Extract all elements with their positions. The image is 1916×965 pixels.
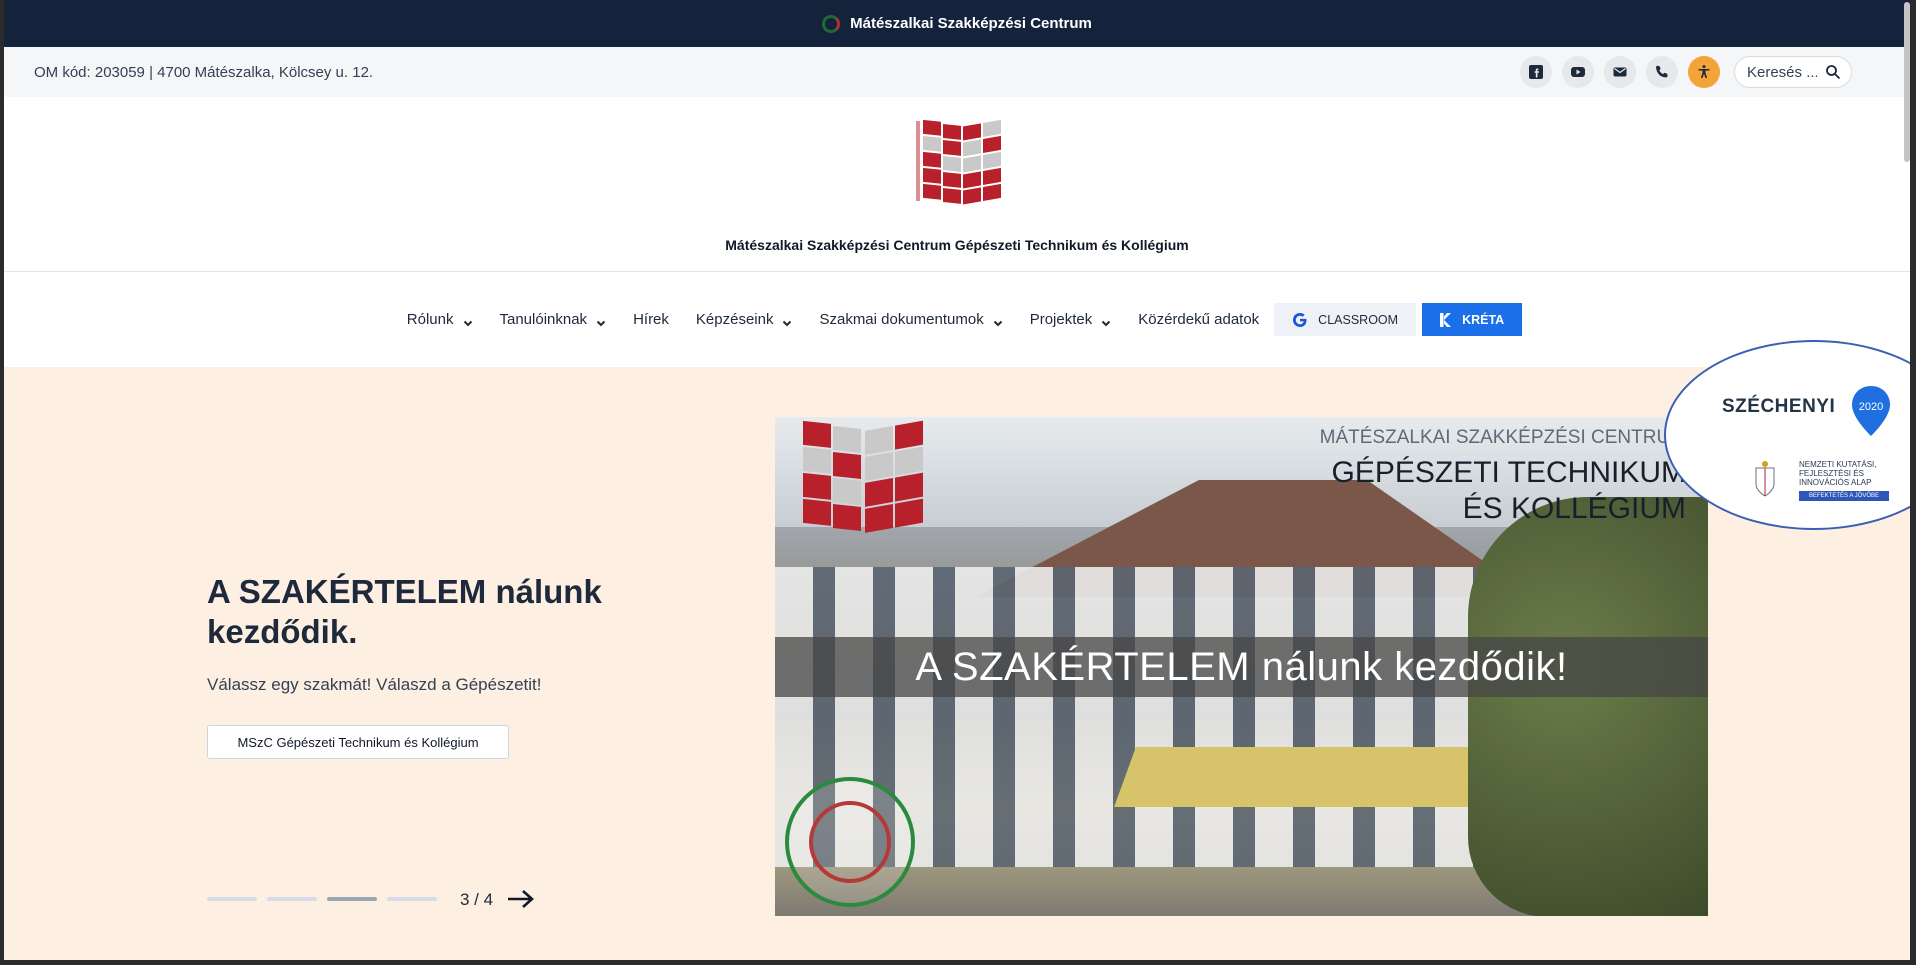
- nav-items: Rólunk Tanulóinknak Hírek Képzéseink Sza…: [407, 303, 1523, 336]
- search-input[interactable]: [1747, 63, 1817, 81]
- hero-button[interactable]: MSzC Gépészeti Technikum és Kollégium: [207, 725, 509, 759]
- slide-caption-main: GÉPÉSZETI TECHNIKUM ÉS KOLLÉGIUM: [1332, 455, 1687, 527]
- search-box[interactable]: [1734, 56, 1852, 88]
- school-logo-icon: [803, 420, 923, 533]
- info-bar-actions: [1520, 56, 1852, 88]
- nav-item-hirek[interactable]: Hírek: [633, 311, 669, 328]
- chevron-down-icon: [782, 315, 792, 326]
- nav-item-tanuloinknak[interactable]: Tanulóinknak: [500, 311, 607, 328]
- slider-dot[interactable]: [267, 897, 317, 901]
- slider-dots: [207, 897, 437, 901]
- slide-banner: A SZAKÉRTELEM nálunk kezdődik!: [775, 637, 1708, 697]
- chevron-down-icon: [463, 315, 473, 326]
- main-nav: Rólunk Tanulóinknak Hírek Képzéseink Sza…: [4, 272, 1910, 367]
- youtube-icon[interactable]: [1562, 56, 1594, 88]
- slide-caption-line-2: ÉS KOLLÉGIUM: [1462, 492, 1686, 525]
- school-logo-icon[interactable]: [915, 117, 1007, 217]
- szechenyi-pin-icon: 2020: [1852, 386, 1890, 436]
- nav-item-label: Képzéseink: [695, 311, 774, 328]
- scrollbar-thumb[interactable]: [1904, 2, 1910, 162]
- top-bar: Mátészalkai Szakképzési Centrum: [4, 0, 1910, 47]
- hungary-crest-icon: [1755, 461, 1775, 497]
- classroom-button[interactable]: CLASSROOM: [1274, 303, 1417, 336]
- nav-item-label: Tanulóinknak: [499, 311, 588, 328]
- nav-item-label: Közérdekű adatok: [1138, 311, 1260, 328]
- nav-item-label: Szakmai dokumentumok: [819, 311, 984, 328]
- classroom-label: CLASSROOM: [1318, 312, 1399, 327]
- slide-counter: 3 / 4: [460, 890, 494, 909]
- nav-item-label: Hírek: [633, 311, 669, 328]
- chevron-down-icon: [1101, 315, 1111, 326]
- phone-icon[interactable]: [1646, 56, 1678, 88]
- kreta-button[interactable]: KRÉTA: [1422, 303, 1523, 336]
- nav-item-label: Rólunk: [406, 311, 454, 328]
- address-text: OM kód: 203059 | 4700 Mátészalka, Kölcse…: [34, 63, 374, 81]
- hero-title: A SZAKÉRTELEM nálunk kezdődik.: [207, 573, 602, 650]
- slider-dot[interactable]: [207, 897, 257, 901]
- chevron-down-icon: [596, 315, 606, 326]
- slide-caption-line-1: GÉPÉSZETI TECHNIKUM: [1331, 456, 1687, 489]
- slide-image: MÁTÉSZALKAI SZAKKÉPZÉSI CENTRUM GÉPÉSZET…: [775, 417, 1708, 916]
- search-icon[interactable]: [1825, 64, 1841, 80]
- browser-page: Mátészalkai Szakképzési Centrum OM kód: …: [4, 0, 1910, 960]
- kreta-icon: [1440, 312, 1452, 327]
- szechenyi-title: SZÉCHENYI: [1722, 396, 1836, 417]
- nav-item-rolunk[interactable]: Rólunk: [407, 311, 473, 328]
- facebook-icon[interactable]: [1520, 56, 1552, 88]
- top-bar-title: Mátészalkai Szakképzési Centrum: [850, 15, 1092, 32]
- scrollbar[interactable]: [1902, 0, 1912, 965]
- school-name: Mátészalkai Szakképzési Centrum Gépészet…: [725, 237, 1189, 253]
- info-bar: OM kód: 203059 | 4700 Mátészalka, Kölcse…: [4, 47, 1910, 97]
- hero-slider: A SZAKÉRTELEM nálunk kezdődik. Válassz e…: [4, 367, 1910, 960]
- email-icon[interactable]: [1604, 56, 1636, 88]
- nav-item-kepzeseink[interactable]: Képzéseink: [696, 311, 793, 328]
- accessibility-icon[interactable]: [1688, 56, 1720, 88]
- nav-item-projektek[interactable]: Projektek: [1030, 311, 1112, 328]
- szechenyi-text: NEMZETI KUTATÁSI, FEJLESZTÉSI ÉS INNOVÁC…: [1799, 460, 1877, 487]
- chevron-down-icon: [993, 315, 1003, 326]
- slider-dot[interactable]: [387, 897, 437, 901]
- arrow-right-icon[interactable]: [506, 887, 536, 911]
- round-logo-inner: [809, 801, 891, 883]
- nav-item-szakmai-dokumentumok[interactable]: Szakmai dokumentumok: [819, 311, 1002, 328]
- szechenyi-strip: BEFEKTETÉS A JÖVŐBE: [1799, 491, 1889, 501]
- site-header: Mátészalkai Szakképzési Centrum Gépészet…: [4, 97, 1910, 272]
- msz-logo-icon: [822, 14, 841, 33]
- szechenyi-year: 2020: [1859, 401, 1883, 413]
- msz-round-logo-icon: [785, 777, 915, 907]
- slide-caption-top: MÁTÉSZALKAI SZAKKÉPZÉSI CENTRUM: [1319, 427, 1686, 448]
- slide-tree: [1468, 497, 1708, 916]
- slider-dot-active[interactable]: [327, 897, 377, 901]
- hero-subtitle: Válassz egy szakmát! Válaszd a Gépészeti…: [207, 675, 542, 694]
- kreta-label: KRÉTA: [1462, 312, 1505, 327]
- nav-item-label: Projektek: [1029, 311, 1093, 328]
- google-icon: [1293, 312, 1307, 327]
- nav-item-kozerdeku-adatok[interactable]: Közérdekű adatok: [1138, 311, 1259, 328]
